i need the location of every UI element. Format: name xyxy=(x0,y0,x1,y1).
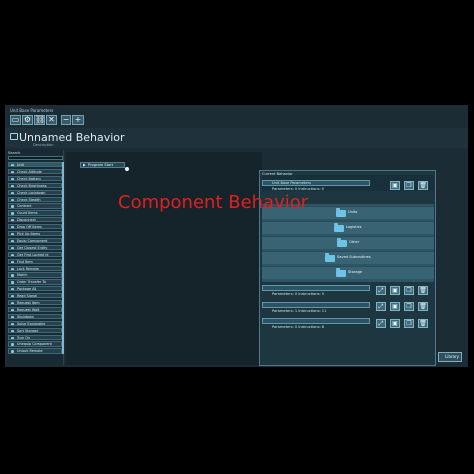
folder-icon xyxy=(325,253,335,262)
palette-item[interactable]: Pick Up Items xyxy=(8,231,62,237)
gear-icon[interactable]: ⚙ xyxy=(22,115,33,125)
behavior-row-1[interactable] xyxy=(262,285,370,291)
folder-other[interactable]: Other xyxy=(262,236,434,249)
palette-item[interactable]: Check Brightness xyxy=(8,182,62,188)
folder-label: Saved Subroutines xyxy=(337,255,371,259)
copy-icon[interactable]: ❐ xyxy=(404,319,414,328)
behavior-row-3[interactable] xyxy=(262,318,370,324)
program-start-node[interactable]: Program Start xyxy=(80,162,125,168)
behavior-row-2[interactable] xyxy=(262,302,370,308)
palette-item[interactable]: Find Item xyxy=(8,258,62,264)
folder-icon xyxy=(337,238,347,247)
folder-label: Logistics xyxy=(346,225,362,229)
plus-icon[interactable]: + xyxy=(72,115,84,125)
edit-icon[interactable]: ⤢ xyxy=(376,319,386,328)
folder-label: Storage xyxy=(348,270,363,274)
window-icon[interactable]: ▭ xyxy=(10,115,21,125)
folder-label: Units xyxy=(348,210,358,214)
palette-item[interactable]: Unit xyxy=(8,162,62,168)
folder-storage[interactable]: Storage xyxy=(262,266,434,279)
header-row-params: Parameters: 0 Instructions: 0 xyxy=(272,187,325,191)
edit-icon[interactable]: ⤢ xyxy=(376,302,386,311)
header-row-name: Unit Base Parameters xyxy=(272,181,311,185)
palette-item[interactable]: Shutdown xyxy=(8,313,62,320)
palette-item[interactable]: Turn On xyxy=(8,334,62,340)
minus-icon[interactable]: − xyxy=(61,115,71,125)
save-icon[interactable]: ▣ xyxy=(390,319,400,328)
palette-item[interactable]: Sort Storage xyxy=(8,327,62,333)
save-icon[interactable]: ▣ xyxy=(390,302,400,311)
toolbar-title: Unit Base Parameters xyxy=(10,108,54,113)
folder-label: Other xyxy=(349,240,360,244)
folder-saved-subroutines[interactable]: Saved Subroutines xyxy=(262,251,434,264)
palette-item[interactable]: Equip Component xyxy=(8,237,62,244)
row-2-params: Parameters: 1 Instructions: 11 xyxy=(272,309,327,313)
palette-item[interactable]: Solve Explorable xyxy=(8,320,62,326)
palette-item[interactable]: Drop Off Items xyxy=(8,224,62,230)
close-icon[interactable]: ✕ xyxy=(46,115,57,125)
edit-icon[interactable]: ⤢ xyxy=(376,286,386,295)
row-1-params: Parameters: 0 Instructions: 5 xyxy=(272,292,325,296)
trash-icon[interactable]: 🗑 xyxy=(418,181,428,190)
palette-item[interactable]: Disconnect xyxy=(8,217,62,223)
palette-item[interactable]: Contract xyxy=(8,203,62,209)
node-connector[interactable] xyxy=(125,167,129,171)
palette-item[interactable]: Get Closest Entity xyxy=(8,244,62,251)
palette-item[interactable]: Unequip Component xyxy=(8,341,62,347)
palette-scrollbar[interactable] xyxy=(62,162,64,354)
copy-icon[interactable]: ❐ xyxy=(404,181,414,190)
palette-item[interactable]: Check Battery xyxy=(8,175,62,182)
library-button[interactable]: Library xyxy=(438,352,462,362)
save-icon[interactable]: ▣ xyxy=(390,286,400,295)
behavior-canvas[interactable] xyxy=(66,152,262,365)
trash-icon[interactable]: 🗑 xyxy=(418,286,428,295)
trash-icon[interactable]: 🗑 xyxy=(418,302,428,311)
row-3-params: Parameters: 0 Instructions: 8 xyxy=(272,325,325,329)
overlay-caption: Component Behavior xyxy=(118,192,309,213)
search-input[interactable] xyxy=(8,156,63,160)
save-icon[interactable]: ▣ xyxy=(390,181,400,190)
folder-icon xyxy=(336,268,346,277)
folder-logistics[interactable]: Logistics xyxy=(262,221,434,234)
palette-item[interactable]: Request Item xyxy=(8,300,62,306)
palette-item[interactable]: Check Lockdown xyxy=(8,189,62,195)
palette-item[interactable]: Read Signal xyxy=(8,293,62,299)
search-label: Search xyxy=(8,151,21,155)
folder-icon xyxy=(336,208,346,217)
palette-item[interactable]: Order Transfer To xyxy=(8,279,62,285)
palette-item[interactable]: Unlock Remote xyxy=(8,348,62,354)
copy-icon[interactable]: ❐ xyxy=(404,286,414,295)
behavior-icon xyxy=(10,133,18,140)
trash-icon[interactable]: 🗑 xyxy=(418,319,428,328)
palette-item[interactable]: Get First Locked Id xyxy=(8,251,62,257)
copy-icon[interactable]: ❐ xyxy=(404,302,414,311)
palette-item[interactable]: Match xyxy=(8,272,62,278)
palette-item[interactable]: Request Wait xyxy=(8,306,62,313)
behavior-description[interactable]: Description xyxy=(33,143,53,147)
palette-item[interactable]: Check Stealth xyxy=(8,196,62,202)
palette-item[interactable]: Count Items xyxy=(8,210,62,216)
palette-item[interactable]: Package All xyxy=(8,286,62,292)
folder-icon xyxy=(334,223,344,232)
palette-item[interactable]: Check Altitude xyxy=(8,168,62,175)
chain-link-icon[interactable]: ⛓ xyxy=(34,115,45,125)
palette-item[interactable]: Lock Remote xyxy=(8,265,62,271)
